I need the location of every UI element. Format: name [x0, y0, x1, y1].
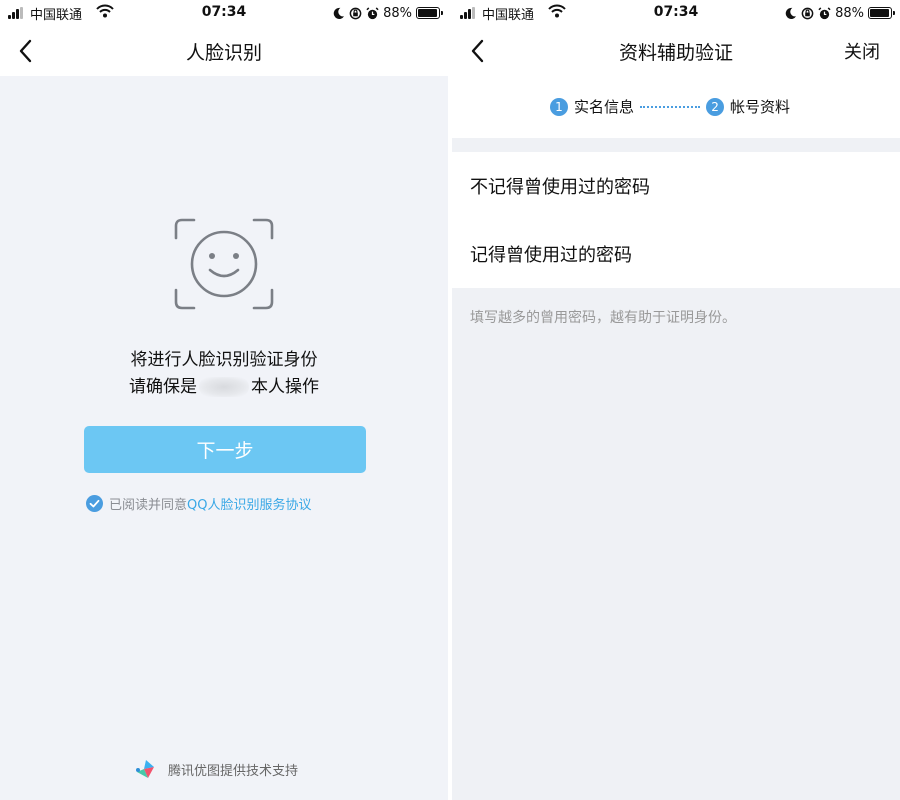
status-icons: 88%	[332, 4, 443, 22]
step-1-label: 实名信息	[574, 98, 635, 116]
nav-bar: 资料辅助验证 关闭	[452, 26, 900, 76]
youtu-logo-icon	[136, 760, 154, 778]
step-1-number: 1	[550, 97, 568, 116]
battery-icon	[868, 7, 895, 19]
back-icon[interactable]	[12, 36, 42, 66]
battery-icon	[416, 7, 443, 19]
step-2-number: 2	[706, 97, 725, 116]
agreement-row: 已阅读并同意 QQ人脸识别服务协议	[86, 493, 311, 513]
blurred-name	[199, 377, 249, 397]
lock-rotation-icon	[801, 7, 814, 19]
status-bar: 中国联通 07:34 88%	[0, 0, 448, 26]
powered-by-text: 腾讯优图提供技术支持	[168, 763, 299, 779]
page-title: 资料辅助验证	[618, 42, 733, 64]
battery-level	[418, 9, 438, 17]
hint-text: 填写越多的曾用密码，越有助于证明身份。	[470, 310, 736, 326]
battery-percent: 88%	[383, 5, 412, 21]
assisted-verification-screen: 中国联通 07:34 88% 资料辅助验证 关闭 1 实名信息 2 帐号资料 不…	[452, 0, 900, 800]
moon-icon	[785, 7, 797, 19]
option-forgot-password[interactable]: 不记得曾使用过的密码	[452, 152, 900, 220]
battery-level	[870, 9, 890, 17]
lock-rotation-icon	[349, 7, 362, 19]
face-recognition-screen: 中国联通 07:34 88% 人脸识别 将进行人脸识别验证身份 请确保是 本人操…	[0, 0, 448, 800]
intro-line-2-prefix: 请确保是	[129, 377, 197, 397]
powered-by: 腾讯优图提供技术支持	[134, 757, 298, 781]
steps: 1 实名信息 2 帐号资料	[550, 96, 790, 117]
step-2-label: 帐号资料	[730, 98, 791, 116]
face-scan-icon	[174, 218, 274, 310]
agreement-text: 已阅读并同意	[109, 497, 188, 513]
next-step-button[interactable]: 下一步	[84, 426, 366, 473]
intro-line-1: 将进行人脸识别验证身份	[130, 350, 318, 370]
step-connector	[640, 105, 701, 108]
page-title: 人脸识别	[185, 42, 262, 64]
intro-line-2-suffix: 本人操作	[251, 377, 319, 397]
intro-line-2: 请确保是 本人操作	[0, 372, 448, 397]
back-icon[interactable]	[464, 36, 494, 66]
nav-bar: 人脸识别	[0, 26, 448, 76]
status-icons: 88%	[784, 4, 895, 22]
agreement-link[interactable]: QQ人脸识别服务协议	[187, 494, 311, 513]
close-button[interactable]: 关闭	[844, 38, 880, 64]
battery-percent: 88%	[835, 5, 864, 21]
check-icon[interactable]	[86, 494, 103, 512]
option-remember-password[interactable]: 记得曾使用过的密码	[452, 220, 900, 288]
moon-icon	[333, 7, 345, 19]
password-option-list: 不记得曾使用过的密码 记得曾使用过的密码	[452, 152, 900, 288]
alarm-icon	[366, 6, 379, 19]
status-bar: 中国联通 07:34 88%	[452, 0, 900, 26]
alarm-icon	[818, 6, 831, 19]
step-indicator: 1 实名信息 2 帐号资料	[452, 76, 900, 138]
